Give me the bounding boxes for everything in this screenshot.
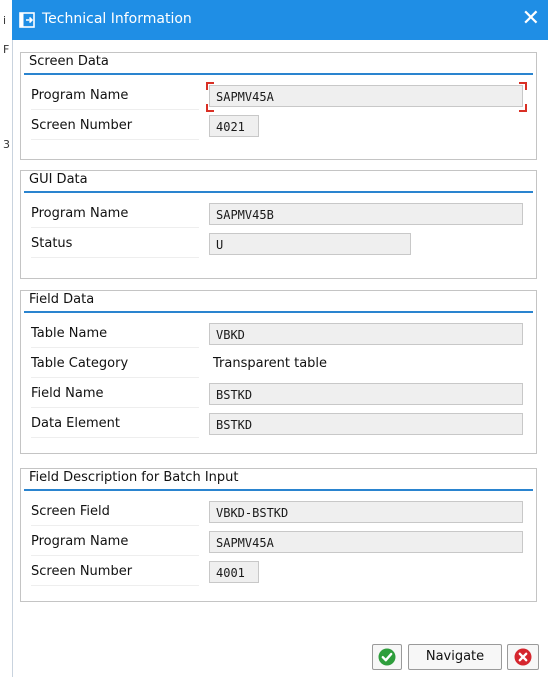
field-label: Screen Number (31, 113, 199, 140)
background-text: 3 (3, 138, 10, 151)
screen-program-row: Program Name SAPMV45A (27, 82, 530, 112)
field-label: Data Element (31, 411, 199, 438)
gui-status-row: Status U (27, 231, 530, 258)
field-label: Program Name (31, 83, 199, 110)
field-name-field[interactable]: BSTKD (209, 383, 523, 405)
field-data-group: Field Data Table Name VBKD Table Categor… (20, 290, 537, 454)
background-text: i (3, 14, 7, 27)
group-title: Screen Data (29, 54, 109, 69)
screen-number-row: Screen Number 4021 (27, 113, 530, 140)
table-category-row: Table Category Transparent table (27, 351, 530, 378)
group-divider (24, 311, 533, 313)
field-name-row: Field Name BSTKD (27, 381, 530, 408)
navigate-button[interactable]: Navigate (408, 644, 502, 670)
cancel-button[interactable] (507, 644, 539, 670)
focus-marker (206, 82, 214, 90)
field-label: Table Name (31, 321, 199, 348)
background-text: F (3, 43, 10, 56)
group-title: Field Data (29, 292, 95, 307)
table-name-field[interactable]: VBKD (209, 323, 523, 345)
batch-input-group: Field Description for Batch Input Screen… (20, 468, 537, 602)
focus-marker (206, 104, 214, 112)
field-label: Program Name (31, 201, 199, 228)
table-category-value: Transparent table (213, 356, 328, 371)
group-divider (24, 489, 533, 491)
focus-marker (519, 82, 527, 90)
background-window-edge: i F 3 (0, 0, 13, 677)
ok-button[interactable] (372, 644, 402, 670)
group-title: Field Description for Batch Input (29, 470, 239, 485)
cancel-icon (514, 648, 532, 666)
batch-program-row: Program Name SAPMV45A (27, 529, 530, 556)
group-divider (24, 191, 533, 193)
field-label: Table Category (31, 351, 199, 378)
batch-screen-number-row: Screen Number 4001 (27, 559, 530, 586)
gui-program-name-field[interactable]: SAPMV45B (209, 203, 523, 225)
technical-info-icon (19, 12, 35, 28)
screen-data-group: Screen Data Program Name SAPMV45A Screen… (20, 52, 537, 160)
checkmark-icon (378, 648, 396, 666)
field-label: Field Name (31, 381, 199, 408)
field-label: Screen Number (31, 559, 199, 586)
field-label: Screen Field (31, 499, 199, 526)
field-label: Program Name (31, 529, 199, 556)
field-label: Status (31, 231, 199, 258)
navigate-label: Navigate (425, 649, 485, 664)
table-name-row: Table Name VBKD (27, 321, 530, 348)
gui-status-field[interactable]: U (209, 233, 411, 255)
screen-field-field[interactable]: VBKD-BSTKD (209, 501, 523, 523)
screen-program-name-field[interactable]: SAPMV45A (209, 85, 523, 107)
group-divider (24, 73, 533, 75)
dialog-titlebar: Technical Information ✕ (12, 0, 548, 40)
gui-program-row: Program Name SAPMV45B (27, 201, 530, 228)
focus-marker (519, 104, 527, 112)
batch-program-name-field[interactable]: SAPMV45A (209, 531, 523, 553)
close-icon[interactable]: ✕ (518, 6, 544, 32)
screen-number-field[interactable]: 4021 (209, 115, 259, 137)
data-element-field[interactable]: BSTKD (209, 413, 523, 435)
screen-field-row: Screen Field VBKD-BSTKD (27, 499, 530, 526)
dialog-title: Technical Information (42, 11, 192, 27)
batch-screen-number-field[interactable]: 4001 (209, 561, 259, 583)
data-element-row: Data Element BSTKD (27, 411, 530, 438)
gui-data-group: GUI Data Program Name SAPMV45B Status U (20, 170, 537, 279)
group-title: GUI Data (29, 172, 88, 187)
